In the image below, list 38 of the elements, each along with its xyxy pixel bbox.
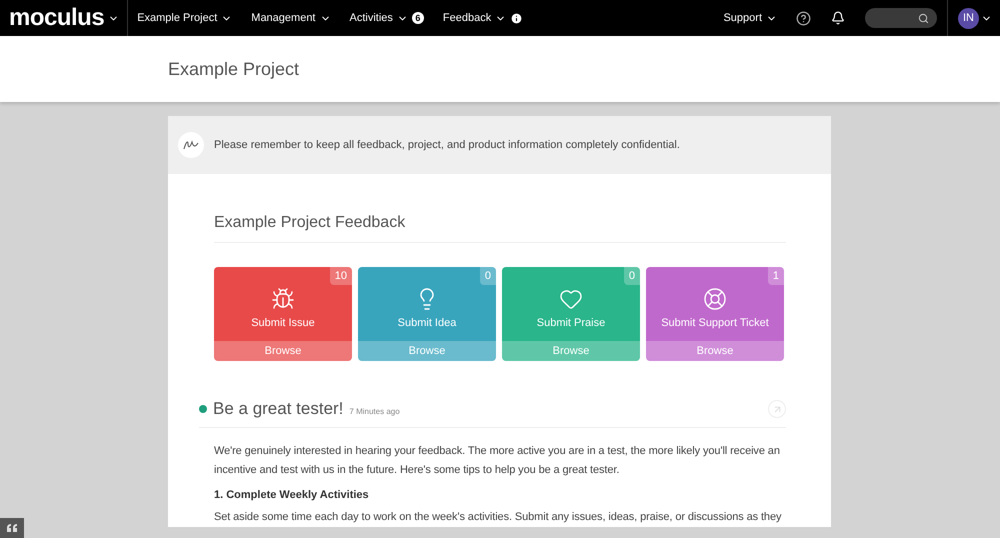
browse-button[interactable]: Browse xyxy=(358,341,496,361)
browse-button[interactable]: Browse xyxy=(214,341,352,361)
status-dot xyxy=(199,405,207,413)
logo[interactable]: moculus xyxy=(0,4,108,32)
nav-menu[interactable]: Management xyxy=(251,12,330,24)
section-title: Example Project Feedback xyxy=(214,214,786,243)
search-field[interactable] xyxy=(865,8,937,28)
avatar[interactable]: IN xyxy=(958,8,979,28)
post-heading: 1. Complete Weekly Activities xyxy=(214,488,370,502)
post-time: 7 Minutes ago xyxy=(349,406,400,416)
submit-button[interactable]: 0 Submit Praise xyxy=(502,267,640,341)
nav-menu[interactable]: Activities 6 xyxy=(350,12,424,24)
lifebuoy-icon xyxy=(703,286,727,310)
count-badge: 10 xyxy=(330,267,352,285)
submit-button[interactable]: 10 Submit Issue xyxy=(214,267,352,341)
browse-button[interactable]: Browse xyxy=(502,341,640,361)
help-icon[interactable] xyxy=(796,10,811,26)
submit-button[interactable]: 0 Submit Idea xyxy=(358,267,496,341)
bug-icon xyxy=(271,286,295,310)
nav-menu[interactable]: Feedback xyxy=(442,12,524,24)
count-badge: 1 xyxy=(768,267,784,285)
post-paragraph: Set aside some time each day to work on the week's activities. Submit any issues, ideas, praise, or discussions as they xyxy=(214,510,782,525)
submit-button[interactable]: 1 Submit Support Ticket xyxy=(646,267,784,341)
browse-button[interactable]: Browse xyxy=(646,341,784,361)
count-badge: 6 xyxy=(412,12,424,24)
post-title: Be a great tester! xyxy=(213,399,344,419)
post-paragraph: We're genuinely interested in hearing your feedback. The more active you are in a test, the more likely you'll receive an incentive and test with us in the future. Here's some tips to help you be a great tester. xyxy=(214,444,781,478)
signature-icon xyxy=(178,132,204,158)
bell-icon[interactable] xyxy=(831,11,845,25)
nav-menu[interactable]: Example Project xyxy=(137,12,232,24)
support-menu[interactable]: Support xyxy=(723,12,777,24)
page-title: Example Project xyxy=(168,58,300,80)
search-icon xyxy=(918,12,929,24)
count-badge: 0 xyxy=(624,267,640,285)
notice-text: Please remember to keep all feedback, project, and product information completely confidential. xyxy=(214,139,680,151)
quote-icon[interactable] xyxy=(0,518,24,538)
arrow-icon xyxy=(772,404,782,414)
count-badge: 0 xyxy=(480,267,496,285)
